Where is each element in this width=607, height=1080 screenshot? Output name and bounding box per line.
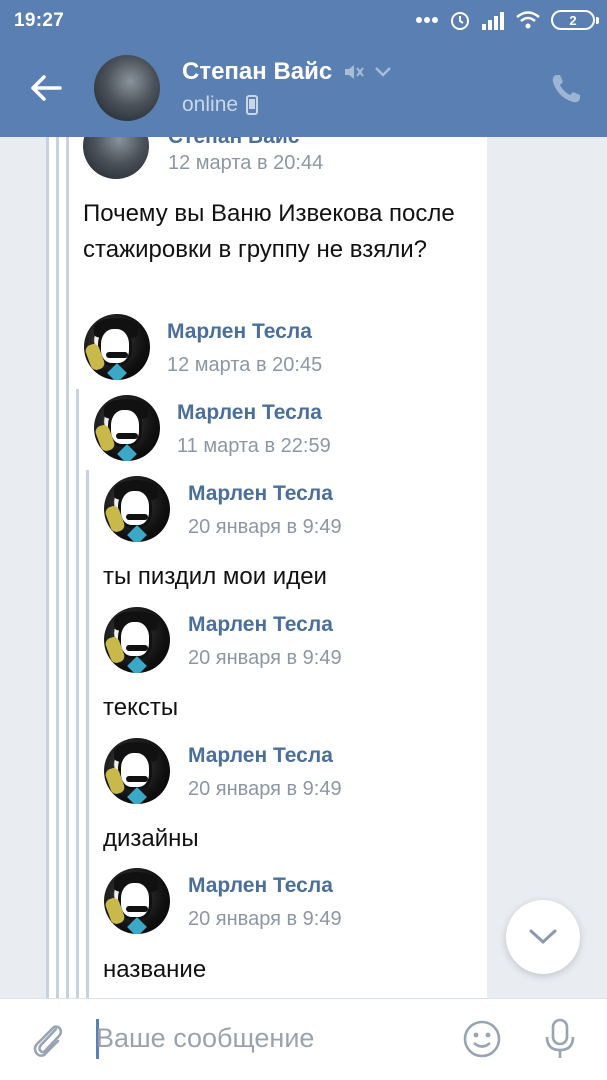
battery-level: 2	[569, 12, 577, 28]
chat-header: Степан Вайс online	[0, 40, 607, 137]
author-name[interactable]: Марлен Тесла	[188, 744, 333, 768]
emoji-button[interactable]	[462, 1019, 502, 1059]
contact-name: Степан Вайс	[182, 58, 333, 85]
nest-line	[66, 137, 69, 998]
author-name[interactable]: Марлен Тесла	[188, 874, 333, 898]
attach-button[interactable]	[28, 1019, 68, 1061]
mute-icon	[345, 65, 365, 79]
chevron-down-icon	[375, 67, 392, 77]
message-date: 11 марта в 22:59	[177, 435, 331, 457]
status-icons: 2	[415, 9, 599, 31]
contact-avatar[interactable]	[94, 55, 160, 121]
phone-icon	[552, 75, 580, 103]
message-input[interactable]: Ваше сообщение	[96, 1023, 314, 1054]
message-text: название	[103, 956, 207, 983]
battery-icon: 2	[551, 10, 599, 30]
message-date: 12 марта в 20:45	[167, 354, 323, 376]
nest-line	[86, 470, 89, 998]
mic-icon	[545, 1018, 575, 1058]
nest-line	[76, 389, 79, 998]
avatar[interactable]	[94, 395, 160, 461]
nest-line	[46, 137, 49, 998]
composer: Ваше сообщение	[0, 998, 607, 1080]
voice-button[interactable]	[540, 1017, 580, 1061]
status-text: online	[182, 93, 239, 116]
avatar[interactable]	[104, 607, 170, 673]
message-text: дизайны	[103, 825, 199, 852]
call-button[interactable]	[549, 72, 583, 106]
message-text: ты пиздил мои идеи	[103, 563, 327, 590]
root-author[interactable]: Степан Вайс	[168, 137, 299, 149]
dots-icon	[415, 15, 439, 25]
alarm-icon	[449, 9, 471, 31]
message-date: 20 января в 9:49	[188, 778, 342, 800]
message-list[interactable]: Степан Вайс 12 марта в 20:44 Почему вы В…	[0, 137, 607, 998]
paperclip-icon	[33, 1025, 63, 1057]
author-name[interactable]: Марлен Тесла	[188, 482, 333, 506]
avatar[interactable]	[104, 868, 170, 934]
contact-status: online	[182, 93, 259, 117]
status-bar: 19:27 2	[0, 0, 607, 40]
arrow-left-icon	[31, 75, 62, 101]
author-name[interactable]: Марлен Тесла	[188, 613, 333, 637]
nest-line	[56, 137, 59, 998]
contact-title[interactable]: Степан Вайс	[182, 58, 392, 86]
smile-icon	[463, 1020, 501, 1058]
message-text: тексты	[103, 694, 179, 721]
avatar[interactable]	[104, 476, 170, 542]
avatar[interactable]	[84, 314, 150, 380]
message-text: Почему вы Ваню Извекова после стажировки…	[83, 200, 455, 263]
wifi-icon	[515, 10, 541, 30]
status-time: 19:27	[14, 10, 65, 31]
message-date: 20 января в 9:49	[188, 647, 342, 669]
signal-icon	[481, 10, 505, 30]
mobile-icon	[246, 95, 259, 115]
avatar[interactable]	[104, 738, 170, 804]
author-name[interactable]: Марлен Тесла	[167, 320, 312, 344]
scroll-down-button[interactable]	[506, 900, 580, 974]
author-name[interactable]: Марлен Тесла	[177, 401, 322, 425]
back-button[interactable]	[26, 68, 66, 108]
message-date: 20 января в 9:49	[188, 516, 342, 538]
message-date: 12 марта в 20:44	[168, 152, 324, 174]
chevron-down-icon	[529, 929, 557, 945]
message-date: 20 января в 9:49	[188, 908, 342, 930]
